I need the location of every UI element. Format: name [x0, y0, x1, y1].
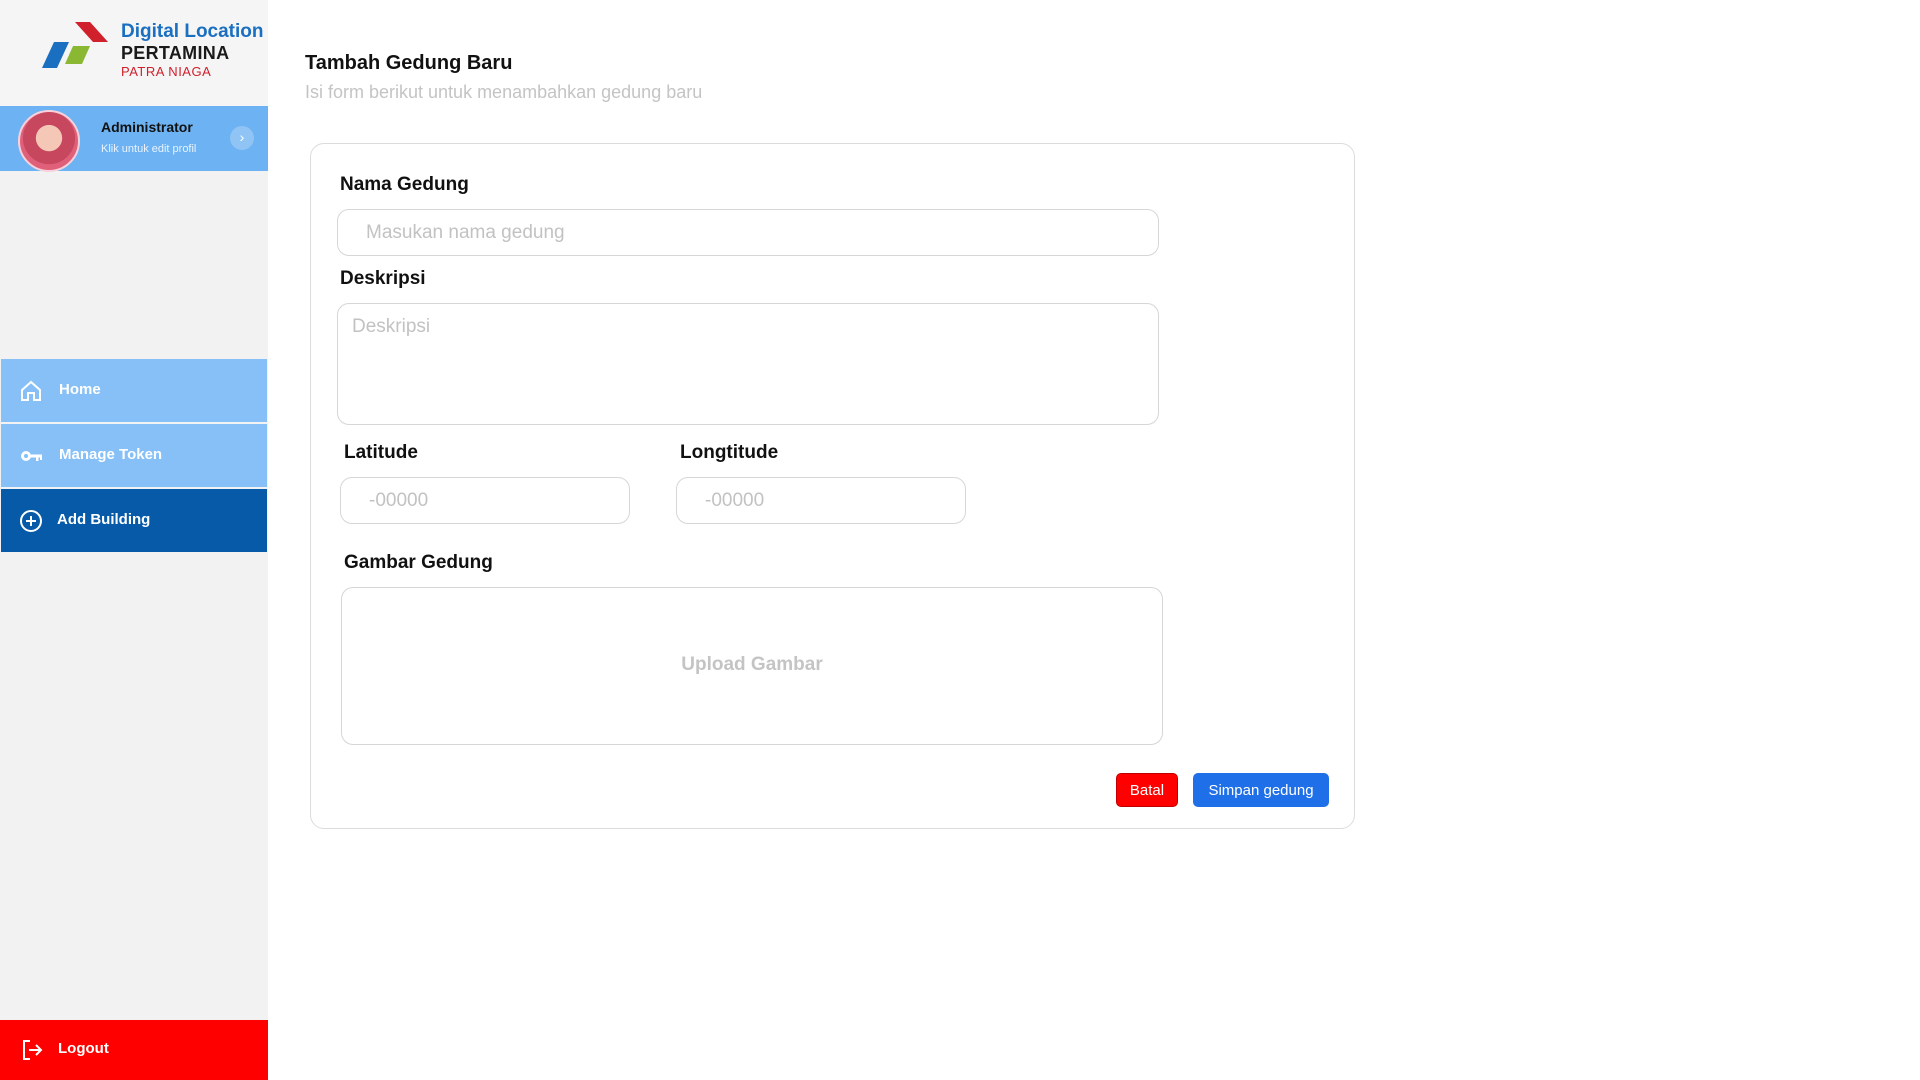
pertamina-logo-icon	[42, 22, 108, 68]
latitude-input[interactable]	[340, 477, 630, 524]
latitude-label: Latitude	[344, 442, 418, 463]
brand-line-3: PATRA NIAGA	[121, 64, 212, 79]
description-textarea[interactable]	[337, 303, 1159, 425]
building-name-input[interactable]	[337, 209, 1159, 256]
brand-line-2: PERTAMINA	[121, 43, 230, 63]
sidebar-item-add-building[interactable]: Add Building	[1, 489, 267, 552]
add-building-form: Nama Gedung Deskripsi Latitude Longtitud…	[310, 143, 1355, 829]
save-building-button[interactable]: Simpan gedung	[1193, 773, 1329, 807]
logout-icon	[23, 1040, 43, 1060]
logout-button[interactable]: Logout	[0, 1020, 268, 1080]
profile-edit-hint: Klik untuk edit profil	[101, 143, 197, 155]
plus-circle-icon	[20, 510, 42, 532]
profile-card[interactable]: Administrator Klik untuk edit profil ›	[0, 106, 268, 172]
image-label: Gambar Gedung	[344, 552, 493, 573]
brand-line-1: Digital Location	[121, 21, 264, 42]
sidebar-item-manage-token[interactable]: Manage Token	[1, 424, 267, 487]
longitude-label: Longtitude	[680, 442, 779, 463]
chevron-right-icon[interactable]: ›	[230, 126, 254, 150]
name-label: Nama Gedung	[340, 174, 469, 195]
sidebar: Digital Location PERTAMINA PATRA NIAGA A…	[0, 0, 268, 1080]
sidebar-item-label: Home	[59, 381, 101, 398]
sidebar-item-label: Manage Token	[59, 446, 163, 463]
page-title: Tambah Gedung Baru	[305, 52, 513, 74]
page-subtitle: Isi form berikut untuk menambahkan gedun…	[305, 82, 703, 102]
upload-text: Upload Gambar	[681, 654, 823, 675]
avatar	[18, 110, 80, 172]
brand-logo: Digital Location PERTAMINA PATRA NIAGA	[0, 0, 268, 106]
cancel-button[interactable]: Batal	[1116, 773, 1178, 807]
sidebar-item-label: Add Building	[57, 511, 151, 528]
key-icon	[21, 451, 42, 461]
sidebar-item-home[interactable]: Home	[1, 359, 267, 422]
longitude-input[interactable]	[676, 477, 966, 524]
home-icon	[21, 380, 41, 401]
description-label: Deskripsi	[340, 268, 426, 289]
image-upload-dropzone[interactable]: Upload Gambar	[341, 587, 1163, 745]
logout-label: Logout	[58, 1040, 109, 1057]
profile-name: Administrator	[101, 119, 193, 135]
